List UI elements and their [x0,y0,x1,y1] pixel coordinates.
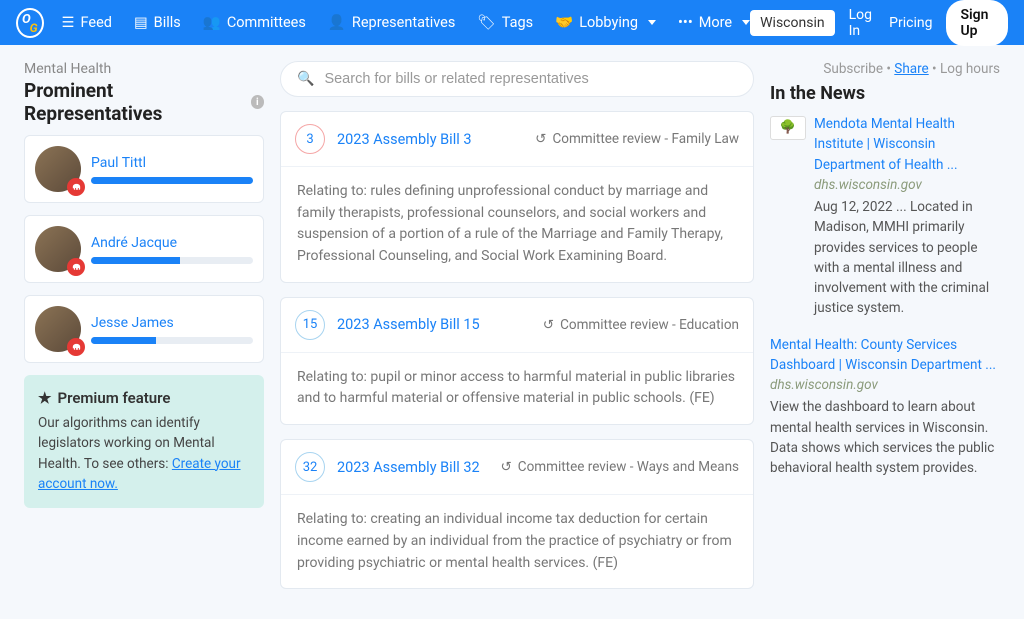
bill-status: ↺Committee review - Ways and Means [500,459,739,475]
bill-description: Relating to: creating an individual inco… [281,495,753,588]
bill-number-badge: 32 [295,452,325,482]
chevron-down-icon [742,20,750,25]
party-badge-icon [67,338,85,356]
bill-title[interactable]: 2023 Assembly Bill 15 [337,316,480,333]
state-selector[interactable]: Wisconsin [750,10,834,36]
score-bar [91,257,253,264]
list-icon: ☰ [62,14,75,31]
nav-representatives[interactable]: 👤Representatives [328,14,455,31]
tag-icon: 🏷 [477,14,495,31]
rep-card[interactable]: Jesse James [24,295,264,363]
top-links: Subscribe • Share • Log hours [770,61,1000,77]
news-item: Mendota Mental Health Institute | Wiscon… [770,114,1000,319]
bill-number-badge: 15 [295,310,325,340]
news-item: Mental Health: County Services Dashboard… [770,335,1000,479]
search-bar[interactable]: 🔍 [280,61,754,97]
nav-lobbying[interactable]: 🤝Lobbying [555,14,656,31]
news-thumbnail [770,116,806,140]
avatar [35,226,81,272]
bill-card[interactable]: 15 2023 Assembly Bill 15 ↺Committee revi… [280,297,754,425]
signup-button[interactable]: Sign Up [946,0,1008,46]
nav-more[interactable]: •••More [678,14,750,31]
bill-status: ↺Committee review - Education [543,317,739,333]
nav-links: ☰Feed ▤Bills 👥Committees 👤Representative… [62,14,751,31]
section-title: Prominent Representativesi [24,79,264,125]
document-icon: ▤ [134,14,148,31]
handshake-icon: 🤝 [555,14,573,31]
navbar: ☰Feed ▤Bills 👥Committees 👤Representative… [0,0,1024,45]
avatar [35,306,81,352]
subscribe-link[interactable]: Subscribe [823,61,883,77]
bill-title[interactable]: 2023 Assembly Bill 32 [337,459,480,476]
nav-feed[interactable]: ☰Feed [62,14,112,31]
middle-column: 🔍 3 2023 Assembly Bill 3 ↺Committee revi… [280,61,754,603]
dots-icon: ••• [678,14,693,31]
bill-status: ↺Committee review - Family Law [535,131,739,147]
news-source: dhs.wisconsin.gov [814,175,1000,195]
avatar [35,146,81,192]
score-bar [91,337,253,344]
pricing-link[interactable]: Pricing [889,15,932,31]
rep-name[interactable]: André Jacque [91,235,253,251]
chevron-down-icon [648,20,656,25]
page: Mental Health Prominent Representativesi… [0,45,1024,619]
history-icon: ↺ [543,317,554,333]
score-bar [91,177,253,184]
search-icon: 🔍 [297,71,314,87]
rep-card[interactable]: André Jacque [24,215,264,283]
log-hours-link[interactable]: Log hours [940,61,1000,77]
news-description: View the dashboard to learn about mental… [770,397,1000,478]
history-icon: ↺ [500,459,511,475]
left-column: Mental Health Prominent Representativesi… [24,61,264,603]
history-icon: ↺ [535,131,546,147]
bill-title[interactable]: 2023 Assembly Bill 3 [337,131,472,148]
bill-number-badge: 3 [295,124,325,154]
nav-committees[interactable]: 👥Committees [203,14,306,31]
party-badge-icon [67,178,85,196]
bill-header: 3 2023 Assembly Bill 3 ↺Committee review… [281,112,753,167]
rep-name[interactable]: Jesse James [91,315,253,331]
bill-header: 32 2023 Assembly Bill 32 ↺Committee revi… [281,440,753,495]
news-description: Aug 12, 2022 ... Located in Madison, MMH… [814,197,1000,319]
logo[interactable] [16,8,44,38]
premium-text: Our algorithms can identify legislators … [38,413,250,494]
rep-name[interactable]: Paul Tittl [91,155,253,171]
news-heading: In the News [770,83,1000,104]
right-column: Subscribe • Share • Log hours In the New… [770,61,1000,603]
premium-title: ★Premium feature [38,389,250,407]
search-input[interactable] [324,71,737,87]
news-link[interactable]: Mental Health: County Services Dashboard… [770,335,1000,376]
bill-description: Relating to: rules defining unprofession… [281,167,753,282]
tag-name: Mental Health [24,61,264,77]
people-icon: 👥 [203,14,221,31]
party-badge-icon [67,258,85,276]
bill-card[interactable]: 32 2023 Assembly Bill 32 ↺Committee revi… [280,439,754,589]
info-icon[interactable]: i [251,95,264,109]
login-link[interactable]: Log In [849,7,876,39]
premium-box: ★Premium feature Our algorithms can iden… [24,375,264,508]
nav-bills[interactable]: ▤Bills [134,14,181,31]
bill-description: Relating to: pupil or minor access to ha… [281,353,753,424]
star-icon: ★ [38,389,51,407]
bill-card[interactable]: 3 2023 Assembly Bill 3 ↺Committee review… [280,111,754,283]
nav-tags[interactable]: 🏷Tags [477,14,533,31]
share-link[interactable]: Share [894,61,928,77]
rep-card[interactable]: Paul Tittl [24,135,264,203]
news-source: dhs.wisconsin.gov [770,375,1000,395]
news-link[interactable]: Mendota Mental Health Institute | Wiscon… [814,114,1000,175]
nav-right: Wisconsin Log In Pricing Sign Up [750,0,1008,46]
bill-header: 15 2023 Assembly Bill 15 ↺Committee revi… [281,298,753,353]
person-icon: 👤 [328,14,346,31]
